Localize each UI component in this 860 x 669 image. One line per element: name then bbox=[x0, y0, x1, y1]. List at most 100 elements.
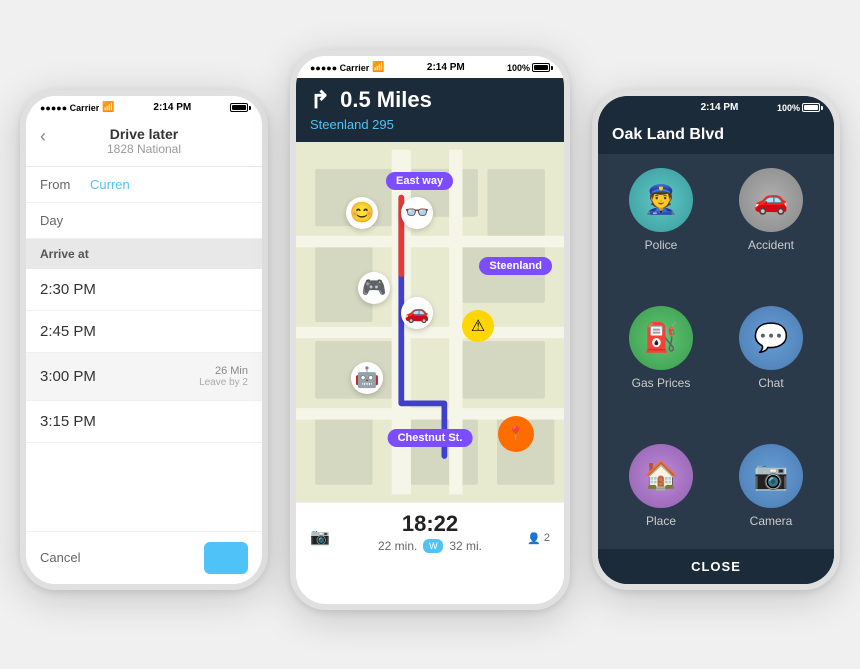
left-form: From Curren Day bbox=[26, 167, 262, 239]
time-left: 2:14 PM bbox=[153, 102, 191, 113]
nav-header: ↱ 0.5 Miles Steenland 295 bbox=[296, 78, 564, 142]
from-row[interactable]: From Curren bbox=[26, 167, 262, 203]
chestnut-label: Chestnut St. bbox=[388, 429, 473, 447]
arrive-header: Arrive at bbox=[26, 239, 262, 269]
status-bar-right: 2:14 PM 100% bbox=[598, 96, 834, 118]
time-row-230[interactable]: 2:30 PM bbox=[26, 269, 262, 311]
phone-right: 2:14 PM 100% Oak Land Blvd 👮 bbox=[592, 90, 840, 590]
place-emoji: 🏠 bbox=[644, 459, 679, 492]
chat-icon-circle: 💬 bbox=[739, 306, 803, 370]
camera-label: Camera bbox=[750, 514, 793, 528]
camera-icon-circle: 📷 bbox=[739, 444, 803, 508]
time-230: 2:30 PM bbox=[40, 281, 96, 298]
duration-300: 26 Min Leave by 2 bbox=[199, 365, 248, 388]
time-315: 3:15 PM bbox=[40, 413, 96, 430]
map-emoji-2: 👓 bbox=[401, 197, 433, 229]
camera-emoji: 📷 bbox=[754, 459, 789, 492]
orange-pin: 📍 bbox=[498, 416, 534, 452]
wifi-icon-left: 📶 bbox=[102, 102, 114, 113]
passengers: 👤 2 bbox=[527, 532, 550, 545]
nav-distance-footer: 32 mi. bbox=[449, 539, 482, 553]
nav-footer: 18:22 22 min. W 32 mi. 📷 👤 2 bbox=[296, 502, 564, 561]
time-center: 2:14 PM bbox=[427, 62, 465, 73]
distance-value: 0.5 Miles bbox=[340, 87, 432, 113]
accident-label: Accident bbox=[748, 238, 794, 252]
nav-distance: ↱ 0.5 Miles bbox=[310, 86, 550, 115]
phone-center: ●●●●● Carrier 📶 2:14 PM 100% ↱ 0.5 Miles… bbox=[290, 50, 570, 610]
time-right: 2:14 PM bbox=[701, 102, 739, 113]
battery-center: 100% bbox=[507, 63, 550, 73]
gas-icon-circle: ⛽ bbox=[629, 306, 693, 370]
time-row-245[interactable]: 2:45 PM bbox=[26, 311, 262, 353]
report-chat[interactable]: 💬 Chat bbox=[722, 306, 820, 432]
time-300: 3:00 PM bbox=[40, 368, 96, 385]
map-emoji-car: 🚗 bbox=[401, 297, 433, 329]
battery-icon-right bbox=[802, 103, 820, 112]
drive-later-subtitle: 1828 National bbox=[26, 142, 262, 156]
battery-right: 100% bbox=[777, 103, 820, 113]
gas-emoji: ⛽ bbox=[644, 321, 679, 354]
carrier-dots-left: ●●●●● Carrier bbox=[40, 103, 99, 113]
close-bar[interactable]: CLOSE bbox=[598, 549, 834, 584]
battery-icon-center bbox=[532, 63, 550, 72]
person-icon: 👤 bbox=[527, 532, 541, 545]
left-footer: Cancel bbox=[26, 531, 262, 584]
east-way-label: East way bbox=[386, 172, 453, 190]
day-row[interactable]: Day bbox=[26, 203, 262, 239]
map-emoji-1: 😊 bbox=[346, 197, 378, 229]
nav-street: Steenland 295 bbox=[310, 117, 550, 132]
chat-emoji: 💬 bbox=[754, 321, 789, 354]
duration-value: 26 Min bbox=[199, 365, 248, 377]
passenger-count: 2 bbox=[544, 532, 550, 544]
time-row-300[interactable]: 3:00 PM 26 Min Leave by 2 bbox=[26, 353, 262, 401]
from-label: From bbox=[40, 177, 90, 192]
place-label: Place bbox=[646, 514, 676, 528]
steenland-label: Steenland bbox=[479, 257, 552, 275]
status-bar-center: ●●●●● Carrier 📶 2:14 PM 100% bbox=[296, 56, 564, 78]
from-value: Curren bbox=[90, 177, 130, 192]
carrier-center: ●●●●● Carrier 📶 bbox=[310, 62, 385, 73]
police-label: Police bbox=[645, 238, 678, 252]
warning-icon: ⚠ bbox=[462, 310, 494, 342]
nav-time: 18:22 bbox=[310, 511, 550, 537]
confirm-button[interactable] bbox=[204, 542, 248, 574]
place-icon-circle: 🏠 bbox=[629, 444, 693, 508]
report-accident[interactable]: 🚗 Accident bbox=[722, 168, 820, 294]
phone-left: ●●●●● Carrier 📶 2:14 PM ‹ Drive later 18… bbox=[20, 90, 268, 590]
day-label: Day bbox=[40, 213, 90, 228]
accident-icon-circle: 🚗 bbox=[739, 168, 803, 232]
accident-emoji: 🚗 bbox=[754, 183, 789, 216]
police-icon-circle: 👮 bbox=[629, 168, 693, 232]
map-emoji-4: 🤖 bbox=[351, 362, 383, 394]
map-area[interactable]: East way Steenland Chestnut St. 😊 👓 🎮 🤖 … bbox=[296, 142, 564, 502]
carrier-dots-center: ●●●●● Carrier bbox=[310, 63, 369, 73]
camera-icon-footer[interactable]: 📷 bbox=[310, 527, 330, 547]
time-245: 2:45 PM bbox=[40, 323, 96, 340]
status-bar-left: ●●●●● Carrier 📶 2:14 PM bbox=[26, 96, 262, 118]
battery-pct-center: 100% bbox=[507, 63, 530, 73]
battery-icon-left bbox=[230, 103, 248, 112]
report-gas[interactable]: ⛽ Gas Prices bbox=[612, 306, 710, 432]
drive-later-title: Drive later bbox=[26, 126, 262, 142]
battery-pct-right: 100% bbox=[777, 103, 800, 113]
nav-details: 22 min. W 32 mi. bbox=[310, 539, 550, 553]
phones-container: ●●●●● Carrier 📶 2:14 PM ‹ Drive later 18… bbox=[20, 20, 840, 650]
cancel-button[interactable]: Cancel bbox=[40, 550, 80, 565]
carrier-left: ●●●●● Carrier 📶 bbox=[40, 102, 115, 113]
police-emoji: 👮 bbox=[644, 183, 679, 216]
right-street: Oak Land Blvd bbox=[612, 126, 820, 144]
leave-info: Leave by 2 bbox=[199, 377, 248, 388]
right-header: Oak Land Blvd bbox=[598, 118, 834, 154]
gas-label: Gas Prices bbox=[632, 376, 691, 390]
report-police[interactable]: 👮 Police bbox=[612, 168, 710, 294]
waze-logo: W bbox=[423, 539, 443, 553]
right-phone-content: 2:14 PM 100% Oak Land Blvd 👮 bbox=[598, 96, 834, 584]
battery-left bbox=[230, 103, 248, 112]
map-emoji-3: 🎮 bbox=[358, 272, 390, 304]
back-arrow-icon[interactable]: ‹ bbox=[40, 126, 46, 147]
chat-label: Chat bbox=[758, 376, 783, 390]
left-header: ‹ Drive later 1828 National bbox=[26, 118, 262, 167]
nav-duration: 22 min. bbox=[378, 539, 417, 553]
time-row-315[interactable]: 3:15 PM bbox=[26, 401, 262, 443]
reports-grid: 👮 Police 🚗 Accident ⛽ Gas Prices bbox=[598, 154, 834, 584]
